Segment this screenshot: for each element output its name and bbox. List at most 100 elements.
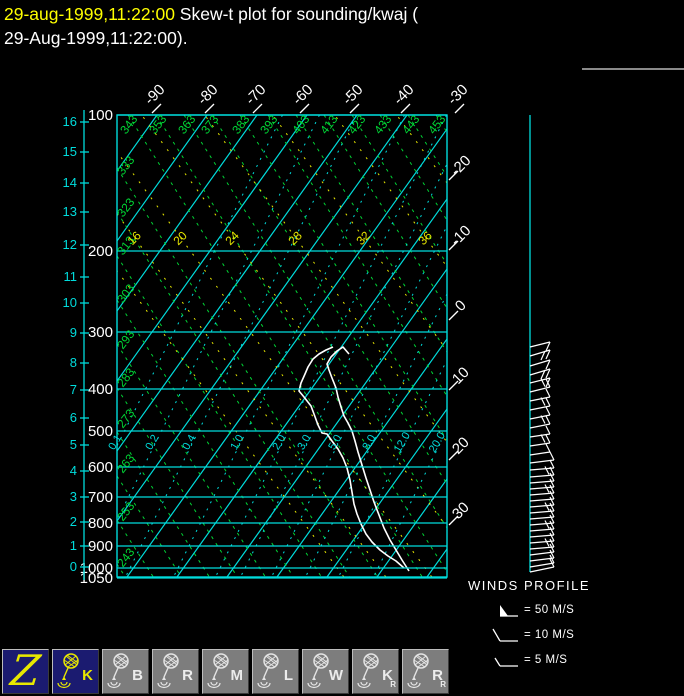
height-label: 6	[70, 410, 77, 425]
height-label: 13	[63, 204, 77, 219]
pressure-label: 600	[88, 459, 113, 476]
height-label: 9	[70, 325, 77, 340]
height-label: 4	[70, 463, 77, 478]
wind-barb-staff	[529, 540, 555, 544]
wind-barb-staff	[529, 516, 555, 520]
mixing-ratio-label: 8.0	[360, 433, 378, 452]
wind-barb-tick	[545, 406, 551, 416]
script-z-icon: Z	[8, 646, 43, 695]
wind-barb-staff	[529, 562, 555, 568]
signal-arc	[160, 681, 168, 686]
toolbar-button-sounding-rr[interactable]: RR	[402, 649, 449, 694]
button-letter: M	[230, 667, 244, 684]
transmitter-dot	[412, 676, 416, 680]
winds-legend: WINDS PROFILE = 50 M/S = 10 M/S = 5 M/S	[468, 578, 590, 668]
mixing-ratio-line	[117, 115, 283, 448]
balloon-string	[213, 667, 219, 678]
wind-barb-tick	[545, 425, 551, 435]
isotherm-line	[0, 115, 107, 577]
pressure-label: 100	[88, 107, 113, 124]
button-letter: R	[182, 667, 193, 684]
wind-barb-tick	[545, 443, 551, 453]
temp-label-right: 20	[449, 434, 473, 458]
button-letter: L	[283, 667, 293, 684]
wind-barb-staff	[529, 341, 551, 348]
toolbar-button-sounding-w[interactable]: W	[302, 649, 349, 694]
pressure-label: 900	[88, 538, 113, 555]
moist-adiabat-label: 36	[415, 228, 435, 248]
winds-legend-row: = 5 M/S	[490, 652, 590, 668]
button-letter: W	[328, 667, 343, 684]
signal-arc	[60, 681, 68, 686]
wind-barb-staff	[529, 359, 551, 367]
wind-barb	[529, 526, 555, 538]
temp-label-top: -50	[339, 81, 366, 108]
toolbar-button-sounding-k[interactable]: K	[52, 649, 99, 694]
toolbar-button-zoom-z[interactable]: Z	[2, 646, 49, 695]
wind-barb	[529, 349, 551, 361]
toolbar-button-sounding-m[interactable]: M	[202, 649, 249, 694]
balloon-string	[63, 667, 69, 678]
wind-barb-staff	[529, 486, 555, 490]
temp-label-right: 30	[449, 499, 473, 523]
balloon-string	[113, 667, 119, 678]
mixing-ratio-label: 12.0	[392, 430, 413, 455]
pressure-label: 500	[88, 423, 113, 440]
temp-label-top: -80	[194, 81, 221, 108]
wind-barb-staff	[529, 528, 555, 532]
wind-barb	[529, 368, 551, 380]
wind-barb-tick	[544, 520, 550, 529]
theta-label: 343	[117, 112, 141, 137]
wind-barb	[529, 538, 555, 550]
toolbar-button-sounding-kr[interactable]: KR	[352, 649, 399, 694]
toolbar-button-sounding-b[interactable]: B	[102, 649, 149, 694]
temp-label-right: 0	[452, 297, 470, 315]
dry-adiabat-line	[117, 343, 267, 577]
wind-barb	[529, 532, 555, 544]
moist-adiabat-line	[117, 213, 387, 577]
radiosonde-balloon-icon	[257, 653, 279, 689]
mixing-ratio-label: 0.4	[180, 433, 198, 452]
temp-tick	[448, 310, 459, 321]
theta-label: 403	[289, 112, 313, 137]
wind-barb	[529, 543, 555, 556]
wind-barb-tick	[545, 397, 551, 407]
transmitter-dot	[112, 676, 116, 680]
button-letter: K	[82, 667, 93, 684]
toolbar-button-sounding-r[interactable]: R	[152, 649, 199, 694]
theta-label: 413	[317, 112, 341, 137]
mixing-ratio-label: 20.0	[427, 430, 448, 455]
signal-arc	[110, 681, 118, 686]
dry-adiabat-line	[117, 255, 323, 577]
signal-arc	[260, 681, 268, 686]
dry-adiabat-line	[155, 115, 447, 573]
signal-arc	[310, 681, 318, 686]
balloon-string	[363, 667, 369, 678]
dry-adiabat-line	[211, 115, 447, 485]
wind-barb-tick	[545, 415, 551, 425]
winds-legend-title: WINDS PROFILE	[468, 578, 591, 593]
height-label: 2	[70, 514, 77, 529]
theta-label: 373	[198, 112, 222, 137]
wind-barb	[529, 359, 551, 370]
height-label: 12	[63, 237, 77, 252]
wind-barb-staff	[529, 566, 555, 573]
legend-flag	[500, 605, 508, 616]
flag-barb-icon	[500, 605, 518, 617]
theta-label: 433	[371, 112, 395, 137]
wind-barb	[529, 496, 555, 508]
wind-barb-tick	[544, 466, 550, 475]
height-label: 10	[63, 295, 77, 310]
dry-adiabat-line	[183, 115, 447, 529]
height-label: 11	[64, 269, 78, 284]
height-label: 8	[70, 355, 77, 370]
isotherm-line	[126, 127, 447, 577]
toolbar-button-sounding-l[interactable]: L	[252, 649, 299, 694]
balloon-string	[413, 667, 419, 678]
wind-barb-tick	[544, 538, 550, 547]
legend-full-tick	[492, 628, 501, 642]
balloon-string	[313, 667, 319, 678]
wind-barb-staff	[529, 368, 551, 376]
full-barb-icon	[492, 628, 518, 642]
height-label: 1	[70, 538, 77, 553]
